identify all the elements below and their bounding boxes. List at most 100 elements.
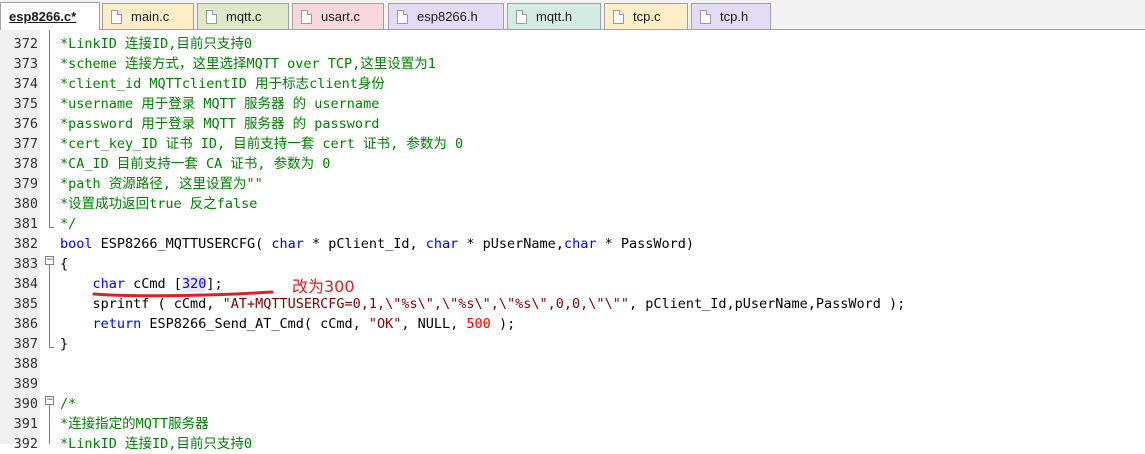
code-token: , NULL,	[401, 316, 467, 332]
line-number: 374	[13, 76, 38, 92]
tab-esp8266-h[interactable]: esp8266.h	[388, 3, 504, 29]
line-number: 382	[13, 236, 38, 252]
code-text: *path 资源路径, 这里设置为""	[60, 174, 263, 194]
line-number: 378	[13, 156, 38, 172]
code-token: *LinkID 连接ID,目前只支持0	[60, 436, 253, 452]
tab-tcp-h[interactable]: tcp.h	[691, 3, 771, 29]
line-number: 391	[13, 416, 38, 432]
line-number: 390	[13, 396, 38, 412]
tab-esp8266-c[interactable]: esp8266.c*	[0, 2, 100, 30]
code-line[interactable]: 392 *LinkID 连接ID,目前只支持0	[0, 434, 1145, 454]
file-icon	[700, 9, 711, 24]
code-line[interactable]: 391 *连接指定的MQTT服务器	[0, 414, 1145, 434]
fold-line	[49, 30, 50, 227]
code-line[interactable]: 382 bool ESP8266_MQTTUSERCFG( char * pCli…	[0, 234, 1145, 254]
code-line[interactable]: 376 *password 用于登录 MQTT 服务器 的 password	[0, 114, 1145, 134]
red-underline-annotation	[92, 290, 274, 298]
code-line[interactable]: 390 /*	[0, 394, 1145, 414]
code-text: *cert_key_ID 证书 ID, 目前支持一套 cert 证书, 参数为 …	[60, 134, 463, 154]
editor-tab-bar: esp8266.c* main.c mqtt.c usart.c esp8266.h mq…	[0, 0, 1145, 30]
code-line[interactable]: 374 *client_id MQTTclientID 用于标志client身份	[0, 74, 1145, 94]
file-icon	[206, 9, 217, 24]
code-text: return ESP8266_Send_AT_Cmd( cCmd, "OK", …	[60, 314, 516, 334]
code-line[interactable]: 379 *path 资源路径, 这里设置为""	[0, 174, 1145, 194]
code-token: ESP8266_MQTTUSERCFG(	[92, 236, 272, 252]
code-token: ESP8266_Send_AT_Cmd( cCmd,	[141, 316, 369, 332]
fold-line	[49, 405, 50, 444]
code-text: }	[60, 334, 68, 354]
tab-main-c[interactable]: main.c	[102, 3, 194, 29]
tab-mqtt-h[interactable]: mqtt.h	[507, 3, 601, 29]
line-number: 380	[13, 196, 38, 212]
code-text: *设置成功返回true 反之false	[60, 194, 257, 214]
code-text: *username 用于登录 MQTT 服务器 的 username	[60, 94, 379, 114]
code-line[interactable]: 389	[0, 374, 1145, 394]
fold-line	[49, 265, 50, 347]
line-number: 385	[13, 296, 38, 312]
line-number: 386	[13, 316, 38, 332]
code-text: *LinkID 连接ID,目前只支持0	[60, 34, 252, 54]
tab-mqtt-c[interactable]: mqtt.c	[197, 3, 289, 29]
file-icon	[613, 9, 624, 24]
line-number: 381	[13, 216, 38, 232]
code-token: , pClient_Id,pUserName,PassWord );	[628, 296, 906, 312]
tab-label: esp8266.h	[417, 9, 478, 24]
code-line[interactable]: 386 return ESP8266_Send_AT_Cmd( cCmd, "O…	[0, 314, 1145, 334]
fold-collapse-icon[interactable]: −	[45, 256, 54, 265]
code-token: }	[60, 336, 69, 352]
tab-usart-c[interactable]: usart.c	[292, 3, 384, 29]
code-line[interactable]: 378 *CA_ID 目前支持一套 CA 证书, 参数为 0	[0, 154, 1145, 174]
line-number: 379	[13, 176, 38, 192]
code-token: *CA_ID 目前支持一套 CA 证书, 参数为 0	[60, 156, 331, 172]
code-editor[interactable]: 372 *LinkID 连接ID,目前只支持0 373 *scheme 连接方式，这里…	[0, 30, 1145, 452]
code-token: char	[563, 236, 597, 252]
fold-end-marker	[49, 227, 54, 228]
line-number: 376	[13, 116, 38, 132]
code-token: * pUserName,	[458, 236, 564, 252]
tab-label: esp8266.c*	[9, 9, 77, 24]
code-line[interactable]: 375 *username 用于登录 MQTT 服务器 的 username	[0, 94, 1145, 114]
tab-label: main.c	[131, 9, 170, 24]
code-token: /*	[60, 396, 77, 412]
code-token: );	[490, 316, 516, 332]
line-number: 389	[13, 376, 38, 392]
code-line[interactable]: 372 *LinkID 连接ID,目前只支持0	[0, 34, 1145, 54]
code-token: *LinkID 连接ID,目前只支持0	[60, 36, 253, 52]
line-number: 375	[13, 96, 38, 112]
code-token: *连接指定的MQTT服务器	[60, 416, 209, 432]
code-text: /*	[60, 394, 76, 414]
code-token: * PassWord)	[596, 236, 695, 252]
code-token: "OK"	[368, 316, 402, 332]
file-icon	[397, 9, 408, 24]
tab-tcp-c[interactable]: tcp.c	[604, 3, 688, 29]
code-token: char	[271, 236, 304, 252]
tab-label: mqtt.c	[226, 9, 262, 24]
code-text: *CA_ID 目前支持一套 CA 证书, 参数为 0	[60, 154, 330, 174]
code-line[interactable]: 380 *设置成功返回true 反之false	[0, 194, 1145, 214]
fold-end-marker	[49, 347, 54, 348]
annotation-note: 改为300	[292, 277, 355, 296]
code-line[interactable]: 388	[0, 354, 1145, 374]
code-line[interactable]: 387}	[0, 334, 1145, 354]
line-number: 384	[13, 276, 38, 292]
code-line[interactable]: 381 */	[0, 214, 1145, 234]
code-text: *scheme 连接方式，这里选择MQTT over TCP,这里设置为1	[60, 54, 436, 74]
code-line[interactable]: 373 *scheme 连接方式，这里选择MQTT over TCP,这里设置为1	[0, 54, 1145, 74]
code-line[interactable]: 377 *cert_key_ID 证书 ID, 目前支持一套 cert 证书, 参…	[0, 134, 1145, 154]
file-icon	[301, 9, 312, 24]
code-text: *client_id MQTTclientID 用于标志client身份	[60, 74, 385, 94]
line-number: 377	[13, 136, 38, 152]
code-token: *username 用于登录 MQTT 服务器 的 username	[60, 96, 380, 112]
fold-collapse-icon[interactable]: −	[45, 396, 54, 405]
code-text: *password 用于登录 MQTT 服务器 的 password	[60, 114, 379, 134]
tab-label: usart.c	[321, 9, 361, 24]
code-token: *cert_key_ID 证书 ID, 目前支持一套 cert 证书, 参数为 …	[60, 136, 464, 152]
code-token: {	[60, 256, 69, 272]
line-number: 372	[13, 36, 38, 52]
code-text: *连接指定的MQTT服务器	[60, 414, 209, 434]
code-token: "AT+MQTTUSERCFG=0,1,\"%s\",\"%s\",\"%s\"…	[222, 296, 629, 312]
code-token: */	[60, 216, 77, 232]
code-line[interactable]: 383 {	[0, 254, 1145, 274]
